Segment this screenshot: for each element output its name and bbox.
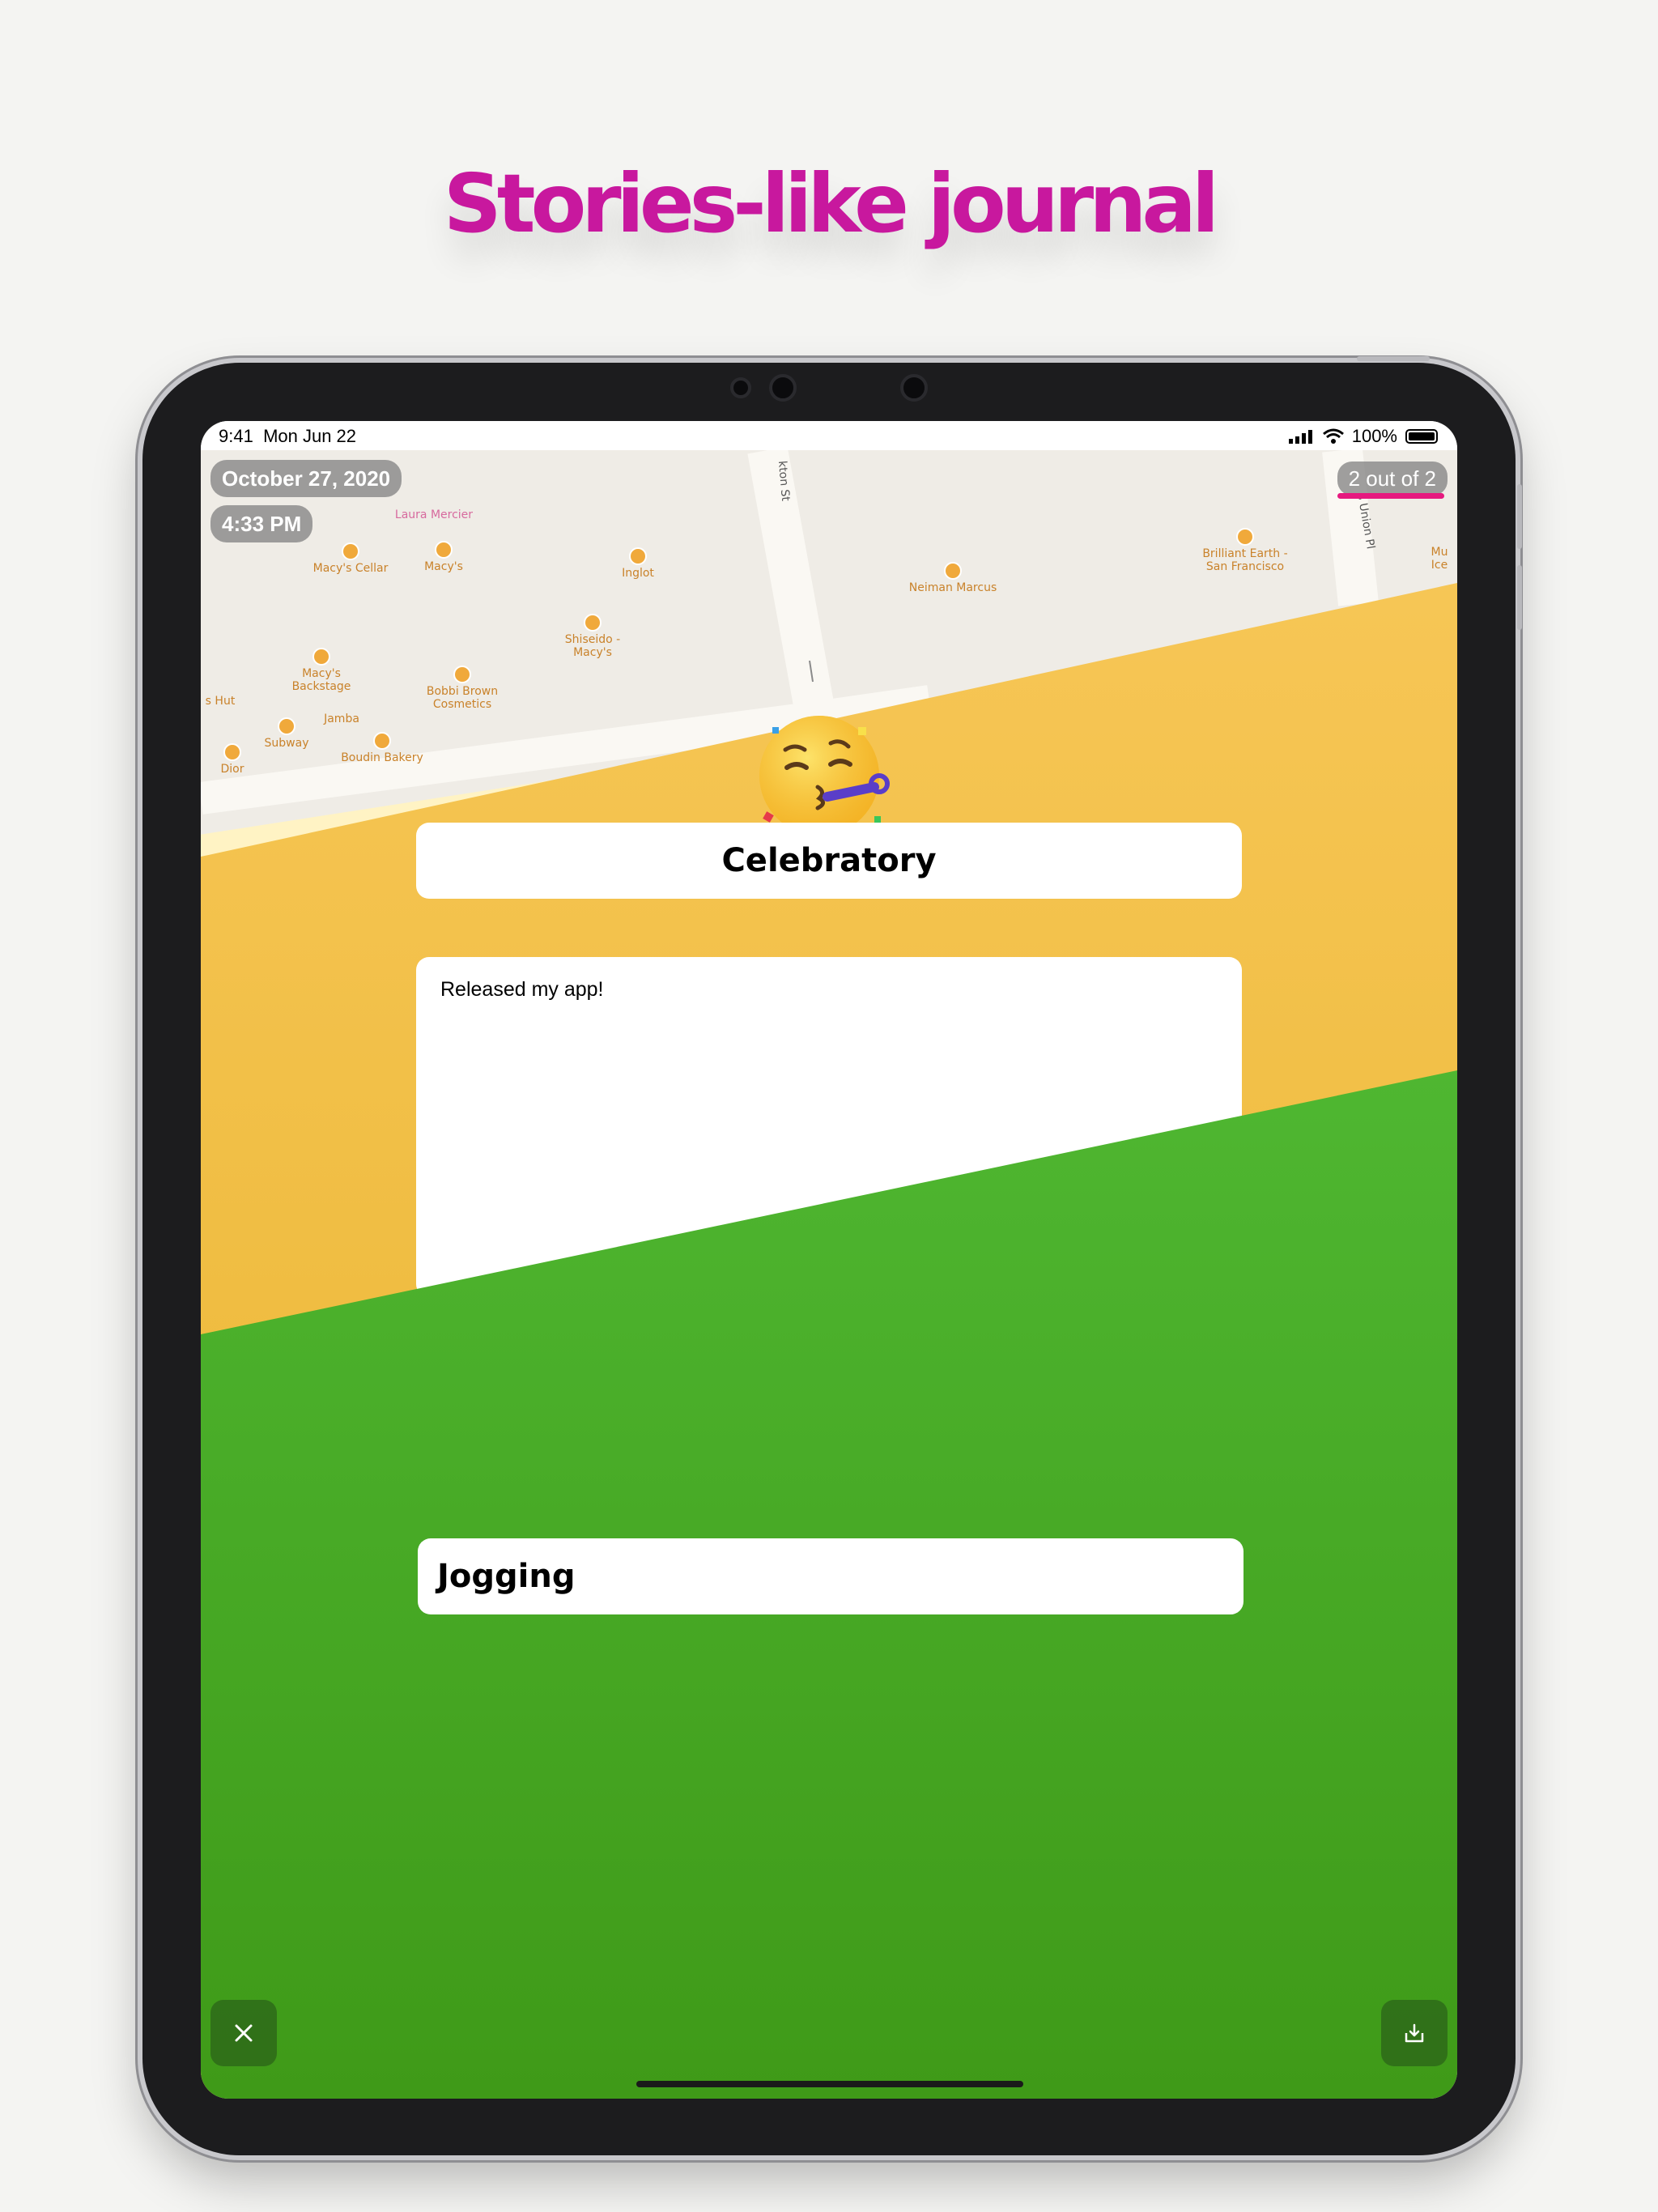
map-poi-label: Macy's Backstage [291,667,351,693]
restaurant-icon [278,717,295,735]
shopping-icon [312,648,330,666]
mood-card[interactable]: Celebratory [416,823,1242,899]
top-button [1357,356,1430,361]
entry-time: 4:33 PM [210,505,313,542]
map-poi[interactable]: s Hut [201,695,240,708]
map-poi-label: Laura Mercier [394,508,474,521]
shopping-icon [435,541,453,559]
status-indicators: 100% [1288,426,1438,447]
map-poi-label: Jamba [324,713,359,725]
mood-label: Celebratory [721,842,937,879]
map-poi-label: Mu Ice [1431,546,1448,572]
restaurant-icon [342,542,359,560]
map-poi[interactable]: Laura Mercier [369,508,499,521]
map-poi[interactable]: Jamba [309,713,374,725]
shopping-icon [944,562,962,580]
camera-sensor [730,377,751,398]
map-poi-label: Macy's Cellar [312,562,389,575]
map-poi[interactable]: Macy's Cellar [298,542,403,575]
volume-up-button [1517,484,1522,549]
jewelry-icon [1236,528,1254,546]
map-poi-label: Inglot [622,567,654,580]
map-poi[interactable]: Shiseido - Macy's [544,614,641,659]
status-time: 9:41 Mon Jun 22 [219,426,356,447]
map-poi-label: Neiman Marcus [908,581,997,594]
camera-lens [900,374,928,402]
map-poi-label: Dior [220,763,244,776]
entry-date: October 27, 2020 [210,460,402,497]
activity-label: Jogging [437,1558,576,1595]
status-time-value: 9:41 [219,426,253,446]
export-icon [1405,2023,1424,2043]
map-poi-label: Macy's [424,560,463,573]
map-poi[interactable]: Brilliant Earth - San Francisco [1197,528,1294,573]
map-poi-label: Subway [264,737,309,750]
map-poi[interactable]: Inglot [606,547,670,580]
map-poi[interactable]: Neiman Marcus [892,562,1014,594]
cellular-icon [1288,430,1312,444]
shopping-icon [584,614,602,632]
headline: Stories-like journal [443,156,1219,251]
map-poi-label: s Hut [205,695,236,708]
map-poi-label: Shiseido - Macy's [564,633,621,659]
volume-down-button [1517,565,1522,630]
map-poi[interactable]: Macy's [411,541,476,573]
status-date: Mon Jun 22 [263,426,357,446]
map-poi-label: Brilliant Earth - San Francisco [1202,547,1288,573]
status-bar: 9:41 Mon Jun 22 100% [201,421,1457,450]
home-indicator[interactable] [636,2081,1023,2087]
map-poi[interactable]: Boudin Bakery [325,732,439,764]
battery-icon [1405,429,1438,444]
map-poi[interactable]: Dior [204,743,261,776]
map-poi[interactable]: Subway [254,717,319,750]
map-poi-label: Bobbi Brown Cosmetics [426,685,499,711]
wifi-icon [1322,428,1344,444]
map-poi[interactable]: Bobbi Brown Cosmetics [410,666,515,711]
story-counter: 2 out of 2 [1337,462,1448,496]
shopping-icon [629,547,647,565]
map-poi[interactable]: Macy's Backstage [277,648,366,693]
export-button[interactable] [1381,2000,1448,2066]
bakery-icon [373,732,391,750]
shopping-icon [453,666,471,683]
battery-percent: 100% [1351,426,1397,446]
activity-card[interactable]: Jogging [418,1538,1244,1614]
camera-lens [769,374,797,402]
map-poi-label: Boudin Bakery [341,751,423,764]
app-screen: 9:41 Mon Jun 22 100% Laura Mercier Macy'… [201,421,1457,2099]
map-poi[interactable]: Mu Ice [1423,546,1456,572]
close-button[interactable] [210,2000,277,2066]
story-progress-bar [1337,493,1444,499]
close-icon [235,2024,253,2042]
shopping-icon [223,743,241,761]
ipad-device: 9:41 Mon Jun 22 100% Laura Mercier Macy'… [142,356,1522,2155]
note-text: Released my app! [440,978,604,1001]
